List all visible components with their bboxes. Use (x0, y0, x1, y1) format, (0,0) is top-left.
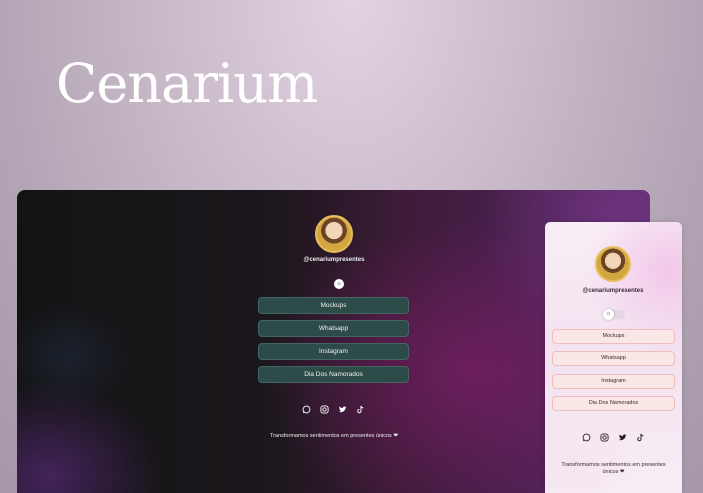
link-button-mockups[interactable]: Mockups (258, 297, 409, 314)
instagram-icon[interactable] (599, 432, 609, 442)
link-button-dia-dos-namorados[interactable]: Dia Dos Namorados (258, 366, 409, 383)
tagline: Transformamos sentimentos em presentes ú… (270, 433, 398, 439)
brand-title: Cenarium (56, 52, 318, 115)
theme-toggle[interactable]: ☼ (603, 309, 625, 320)
twitter-icon[interactable] (337, 404, 347, 414)
avatar (315, 215, 353, 253)
tagline-line-2: únicos ❤ (602, 468, 625, 475)
sun-icon: ☼ (336, 281, 342, 287)
mobile-preview: @cenariumpresentes ☼ Mockups Whatsapp In… (545, 222, 682, 493)
twitter-icon[interactable] (617, 432, 627, 442)
profile-handle: @cenariumpresentes (582, 288, 644, 294)
instagram-icon[interactable] (319, 404, 329, 414)
profile-handle: @cenariumpresentes (303, 257, 365, 263)
link-button-dia-dos-namorados[interactable]: Dia Dos Namorados (552, 396, 675, 411)
whatsapp-icon[interactable] (581, 432, 591, 442)
theme-toggle[interactable]: ☼ (334, 279, 344, 289)
social-icons (301, 404, 365, 414)
link-button-mockups[interactable]: Mockups (552, 329, 675, 344)
tagline: Transformamos sentimentos em presentes ú… (553, 462, 674, 475)
tiktok-icon[interactable] (635, 432, 645, 442)
link-button-instagram[interactable]: Instagram (258, 343, 409, 360)
social-icons (581, 432, 645, 442)
link-button-whatsapp[interactable]: Whatsapp (552, 351, 675, 366)
tagline-line-1: Transformamos sentimentos em presentes (561, 462, 666, 468)
tiktok-icon[interactable] (355, 404, 365, 414)
link-button-whatsapp[interactable]: Whatsapp (258, 320, 409, 337)
link-button-instagram[interactable]: Instagram (552, 374, 675, 389)
whatsapp-icon[interactable] (301, 404, 311, 414)
sun-icon: ☼ (605, 311, 612, 317)
avatar (595, 246, 631, 282)
